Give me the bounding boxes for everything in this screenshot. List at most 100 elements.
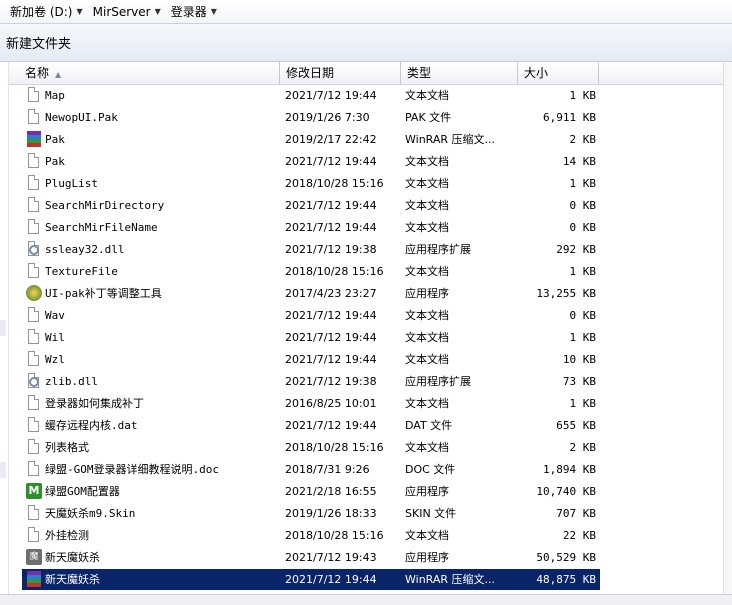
file-name: 新天魔妖杀 (45, 573, 100, 586)
table-row[interactable]: PlugList 2018/10/28 15:16 文本文档 1 KB (22, 173, 600, 194)
column-size-header[interactable]: 大小 (518, 62, 599, 84)
dll-gear-icon (26, 241, 42, 258)
column-header: 名称 ▲ 修改日期 类型 大小 (9, 62, 723, 85)
table-row[interactable]: 缓存远程内核.dat 2021/7/12 19:44 DAT 文件 655 KB (22, 415, 600, 436)
file-name: Pak (45, 155, 65, 168)
file-date: 2021/7/12 19:44 (285, 331, 377, 344)
table-row[interactable]: 外挂检测 2018/10/28 15:16 文本文档 22 KB (22, 525, 600, 546)
table-row[interactable]: Wav 2021/7/12 19:44 文本文档 0 KB (22, 305, 600, 326)
navigation-pane[interactable] (0, 62, 9, 594)
file-date: 2018/10/28 15:16 (285, 177, 384, 190)
vertical-scrollbar[interactable] (723, 62, 732, 594)
address-bar[interactable]: 新加卷 (D:) ▼ MirServer ▼ 登录器 ▼ (0, 0, 732, 24)
table-row[interactable]: 新天魔妖杀 2021/7/12 19:44 WinRAR 压缩文... 48,875 … (22, 569, 600, 590)
file-date: 2021/7/12 19:44 (285, 89, 377, 102)
text-file-icon (26, 417, 42, 434)
file-date: 2018/10/28 15:16 (285, 265, 384, 278)
file-size: 14 KB (562, 155, 596, 168)
column-name-header[interactable]: 名称 ▲ (9, 62, 280, 84)
table-row[interactable]: zlib.dll 2021/7/12 19:38 应用程序扩展 73 KB (22, 371, 600, 392)
file-name: 缓存远程内核.dat (45, 419, 138, 432)
file-size: 2 KB (569, 441, 597, 454)
file-type: 应用程序 (405, 551, 449, 564)
file-size: 707 KB (556, 507, 596, 520)
table-row[interactable]: Pak 2021/7/12 19:44 文本文档 14 KB (22, 151, 600, 172)
file-date: 2016/8/25 10:01 (285, 397, 377, 410)
table-row[interactable]: 绿盟-GOM登录器详细教程说明.doc 2018/7/31 9:26 DOC 文件 1… (22, 459, 600, 480)
chevron-down-icon[interactable]: ▼ (155, 7, 161, 16)
text-file-icon (26, 461, 42, 478)
table-row[interactable]: 魔新天魔妖杀 2021/7/12 19:43 应用程序 50,529 KB (22, 547, 600, 568)
column-type-label: 类型 (407, 66, 432, 80)
breadcrumb-drive[interactable]: 新加卷 (D:) ▼ (0, 3, 85, 20)
file-type: 应用程序 (405, 287, 449, 300)
file-type: 文本文档 (405, 177, 449, 190)
table-row[interactable]: Map 2021/7/12 19:44 文本文档 1 KB (22, 85, 600, 106)
text-file-icon (26, 527, 42, 544)
file-name: ssleay32.dll (45, 243, 125, 256)
file-name: TextureFile (45, 265, 118, 278)
dll-gear-icon (26, 373, 42, 390)
table-row[interactable]: UI-pak补丁等调整工具 2017/4/23 23:27 应用程序 13,255 K… (22, 283, 600, 304)
file-size: 48,875 KB (536, 573, 596, 586)
breadcrumb-launcher[interactable]: 登录器 ▼ (163, 3, 219, 20)
breadcrumb-mirserver[interactable]: MirServer ▼ (85, 5, 163, 19)
table-row[interactable]: SearchMirFileName 2021/7/12 19:44 文本文档 0 KB (22, 217, 600, 238)
file-date: 2019/1/26 18:33 (285, 507, 377, 520)
table-row[interactable]: M 绿盟GOM配置器 2021/2/18 16:55 应用程序 10,740 KB (22, 481, 600, 502)
file-size: 655 KB (556, 419, 596, 432)
file-name: SearchMirDirectory (45, 199, 165, 212)
table-row[interactable]: Wil 2021/7/12 19:44 文本文档 1 KB (22, 327, 600, 348)
table-row[interactable]: 列表格式 2018/10/28 15:16 文本文档 2 KB (22, 437, 600, 458)
table-row[interactable]: NewopUI.Pak 2019/1/26 7:30 PAK 文件 6,911 KB (22, 107, 600, 128)
file-type: 文本文档 (405, 309, 449, 322)
rar-archive-icon (26, 131, 42, 148)
file-size: 73 KB (562, 375, 596, 388)
file-size: 50,529 KB (536, 551, 596, 564)
table-row[interactable]: Pak 2019/2/17 22:42 WinRAR 压缩文... 2 KB (22, 129, 600, 150)
file-name: 绿盟GOM配置器 (45, 485, 120, 498)
file-name: Map (45, 89, 65, 102)
breadcrumb-label: 登录器 (170, 5, 207, 19)
file-type: SKIN 文件 (405, 507, 457, 520)
file-size: 1,894 KB (543, 463, 596, 476)
text-file-icon (26, 175, 42, 192)
text-file-icon (26, 505, 42, 522)
table-row[interactable]: TextureFile 2018/10/28 15:16 文本文档 1 KB (22, 261, 600, 282)
text-file-icon (26, 263, 42, 280)
file-size: 292 KB (556, 243, 596, 256)
file-size: 0 KB (569, 199, 597, 212)
file-size: 1 KB (569, 89, 597, 102)
text-file-icon (26, 307, 42, 324)
table-row[interactable]: ssleay32.dll 2021/7/12 19:38 应用程序扩展 292 KB (22, 239, 600, 260)
column-name-label: 名称 (25, 66, 50, 80)
table-row[interactable]: 天魔妖杀m9.Skin 2019/1/26 18:33 SKIN 文件 707 KB (22, 503, 600, 524)
file-list[interactable]: 名称 ▲ 修改日期 类型 大小 Map 2021/7/12 19:44 文本文档 1 K… (9, 62, 723, 592)
text-file-icon (26, 395, 42, 412)
new-folder-button[interactable]: 新建文件夹 (0, 29, 77, 56)
nav-marker (0, 320, 6, 336)
file-type: 文本文档 (405, 221, 449, 234)
file-name: zlib.dll (45, 375, 98, 388)
table-row[interactable]: Wzl 2021/7/12 19:44 文本文档 10 KB (22, 349, 600, 370)
file-date: 2021/7/12 19:44 (285, 419, 377, 432)
file-type: 文本文档 (405, 441, 449, 454)
file-name: Pak (45, 133, 65, 146)
file-size: 2 KB (569, 133, 597, 146)
column-date-header[interactable]: 修改日期 (280, 62, 401, 84)
column-type-header[interactable]: 类型 (401, 62, 518, 84)
chevron-down-icon[interactable]: ▼ (76, 7, 82, 16)
rar-archive-icon (26, 571, 42, 588)
file-date: 2021/7/12 19:44 (285, 309, 377, 322)
text-file-icon (26, 329, 42, 346)
table-row[interactable]: SearchMirDirectory 2021/7/12 19:44 文本文档 0 K… (22, 195, 600, 216)
file-size: 10,740 KB (536, 485, 596, 498)
file-type: 文本文档 (405, 529, 449, 542)
file-size: 6,911 KB (543, 111, 596, 124)
file-name: Wzl (45, 353, 65, 366)
file-name: UI-pak补丁等调整工具 (45, 287, 162, 300)
table-row[interactable]: 登录器如何集成补丁 2016/8/25 10:01 文本文档 1 KB (22, 393, 600, 414)
text-file-icon (26, 153, 42, 170)
chevron-down-icon[interactable]: ▼ (211, 7, 217, 16)
file-name: PlugList (45, 177, 98, 190)
